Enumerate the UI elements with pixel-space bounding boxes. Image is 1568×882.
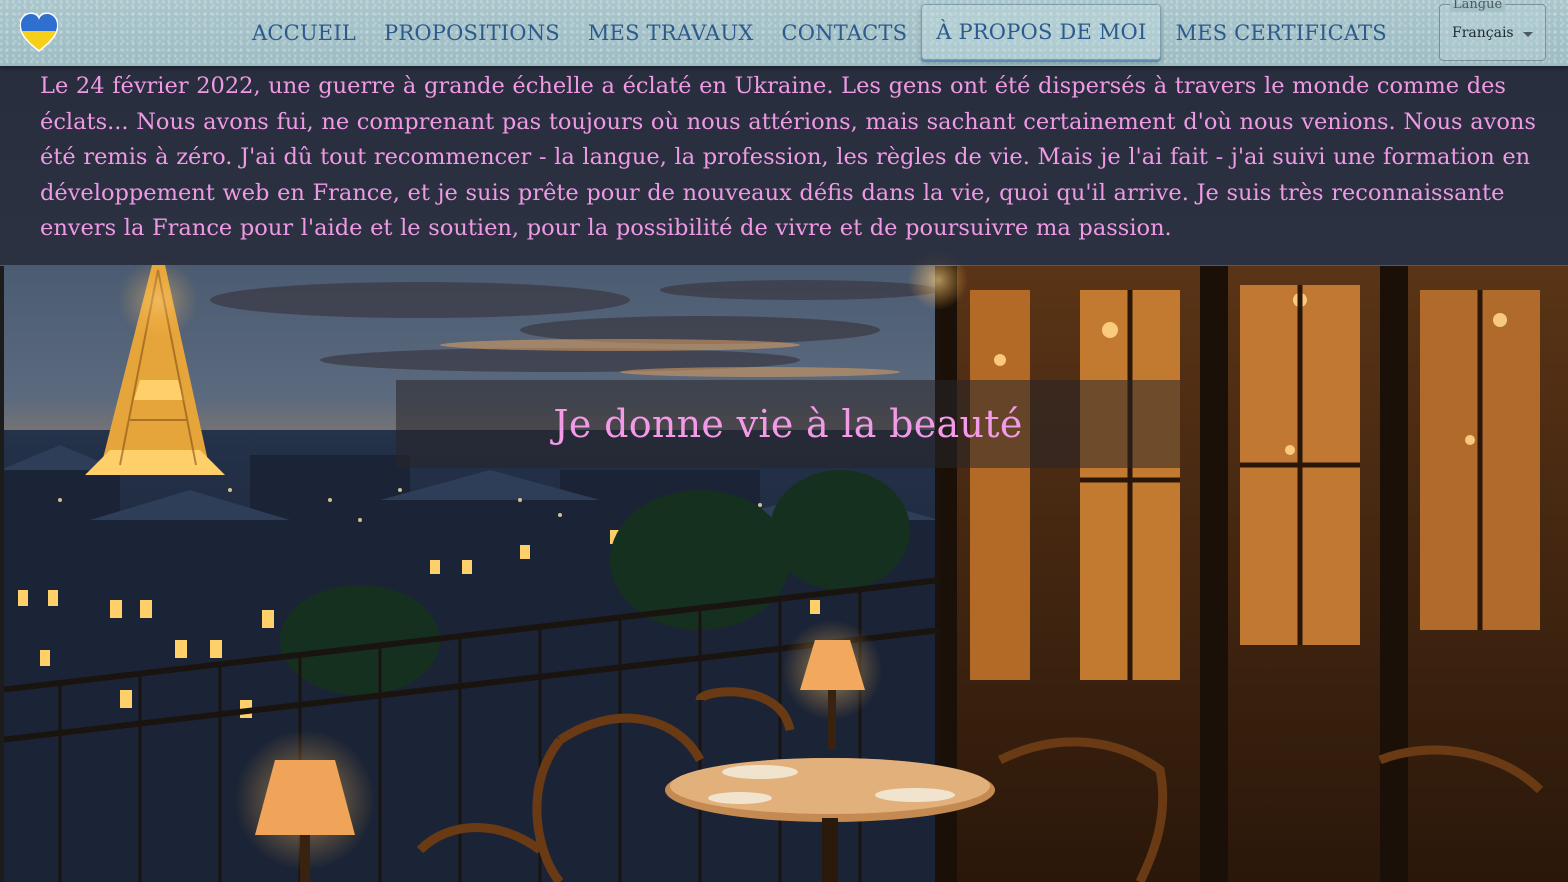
hero-tagline-banner: Je donne vie à la beauté	[396, 380, 1180, 468]
nav-item-mes-certificats[interactable]: MES CERTIFICATS	[1161, 0, 1400, 66]
nav-item-mes-travaux[interactable]: MES TRAVAUX	[574, 0, 768, 66]
language-select-value: Français	[1452, 25, 1514, 41]
chevron-down-icon	[1523, 32, 1533, 37]
nav-item-a-propos[interactable]: À PROPOS DE MOI	[921, 4, 1162, 60]
site-header: ACCUEIL PROPOSITIONS MES TRAVAUX CONTACT…	[0, 0, 1568, 66]
ukraine-heart-icon[interactable]	[19, 12, 59, 52]
nav-item-accueil[interactable]: ACCUEIL	[238, 0, 370, 66]
nav-item-propositions[interactable]: PROPOSITIONS	[370, 0, 574, 66]
main-nav: ACCUEIL PROPOSITIONS MES TRAVAUX CONTACT…	[238, 0, 1401, 66]
language-select[interactable]: Langue Français	[1439, 0, 1546, 61]
nav-item-contacts[interactable]: CONTACTS	[767, 0, 921, 66]
hero-tagline: Je donne vie à la beauté	[553, 402, 1023, 446]
intro-section: Le 24 février 2022, une guerre à grande …	[0, 66, 1568, 265]
intro-paragraph: Le 24 février 2022, une guerre à grande …	[40, 73, 1536, 241]
language-select-label: Langue	[1450, 0, 1506, 12]
